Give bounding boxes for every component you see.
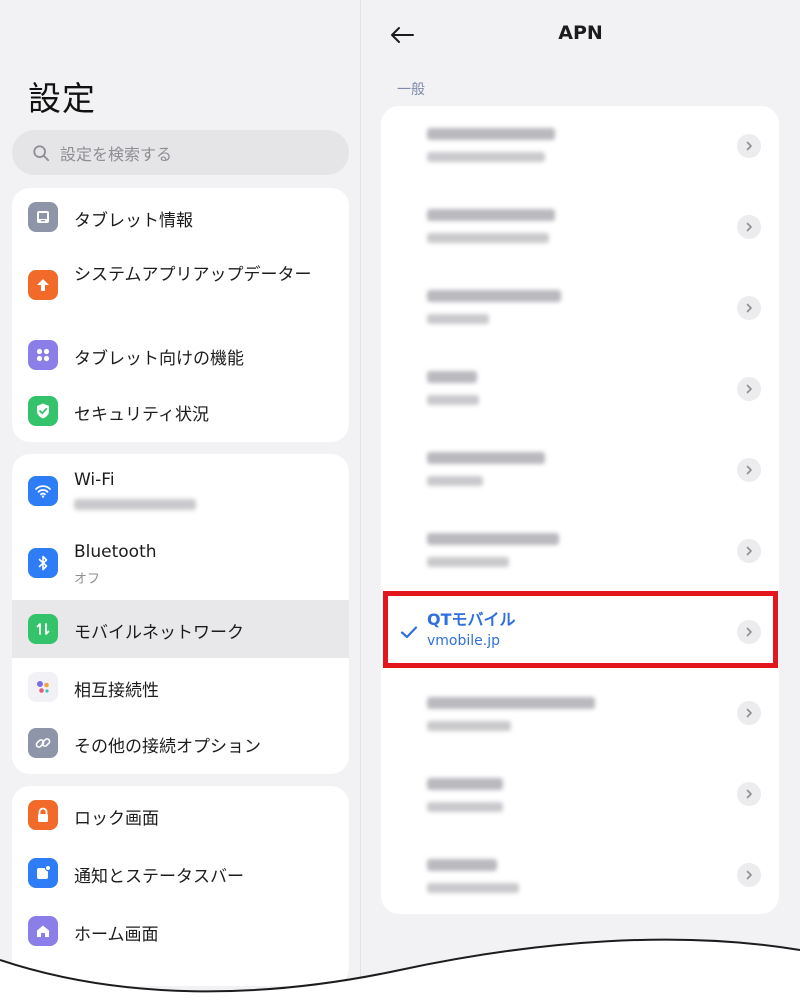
shield-check-icon xyxy=(28,396,58,426)
blurred-apn-value xyxy=(427,476,483,486)
search-input[interactable]: 設定を検索する xyxy=(12,130,349,175)
sidebar-item-label: タブレット情報 xyxy=(74,211,193,231)
arrow-up-icon xyxy=(28,270,58,300)
blurred-apn-name xyxy=(427,778,503,790)
blurred-apn-value xyxy=(427,883,519,893)
torn-edge-decoration xyxy=(0,938,800,1000)
apn-list: QTモバイル vmobile.jp xyxy=(381,106,779,914)
apn-panel: APN 一般 QTモバイル vmobile.jp xyxy=(361,0,800,1000)
settings-group-device: タブレット情報 システムアプリアップデーター タブレット向けの機能 セキュリティ… xyxy=(12,188,349,442)
blurred-network-name xyxy=(74,499,196,510)
notification-icon xyxy=(28,858,58,888)
settings-app: 設定 設定を検索する タブレット情報 システムアプリアップデーター タブレット向… xyxy=(0,0,800,1000)
section-label: 一般 xyxy=(397,82,425,98)
blurred-apn-value xyxy=(427,152,545,162)
blurred-apn-name xyxy=(427,209,555,221)
apn-list-item-selected[interactable]: QTモバイル vmobile.jp xyxy=(381,592,779,673)
sidebar-item-mobile-network[interactable]: モバイルネットワーク xyxy=(12,600,349,658)
link-icon xyxy=(28,728,58,758)
sidebar-item-label: システムアプリアップデーター xyxy=(74,265,312,285)
sidebar-item-label: Bluetooth xyxy=(74,542,157,562)
blurred-apn-value xyxy=(427,802,503,812)
blurred-apn-name xyxy=(427,452,545,464)
sidebar-item-label: ロック画面 xyxy=(74,809,159,829)
search-icon xyxy=(33,144,50,161)
page-title: 設定 xyxy=(28,79,96,118)
chevron-right-icon xyxy=(737,215,761,239)
wifi-icon xyxy=(28,476,58,506)
bluetooth-status: オフ xyxy=(74,572,101,587)
apn-list-item[interactable] xyxy=(381,268,779,349)
apn-list-item[interactable] xyxy=(381,106,779,187)
lock-icon xyxy=(28,800,58,830)
chevron-right-icon xyxy=(737,863,761,887)
apn-list-item[interactable] xyxy=(381,835,779,916)
apn-list-item[interactable] xyxy=(381,511,779,592)
sidebar-item-label: その他の接続オプション xyxy=(74,737,261,757)
settings-group-connections: Wi-Fi Bluetooth オフ モバイルネットワーク 相互接続性 その他の… xyxy=(12,454,349,774)
sidebar-item-bluetooth[interactable]: Bluetooth オフ xyxy=(12,528,349,600)
blurred-apn-value xyxy=(427,721,511,731)
blurred-apn-name xyxy=(427,533,559,545)
chevron-right-icon xyxy=(737,701,761,725)
sidebar-item-label: 相互接続性 xyxy=(74,681,159,701)
chevron-right-icon xyxy=(737,134,761,158)
blurred-apn-value xyxy=(427,314,489,324)
chevron-right-icon xyxy=(737,458,761,482)
blurred-apn-value xyxy=(427,233,549,243)
sidebar-item-system-app-updater[interactable]: システムアプリアップデーター xyxy=(12,246,349,326)
sidebar-item-interconnectivity[interactable]: 相互接続性 xyxy=(12,658,349,716)
blurred-apn-name xyxy=(427,128,555,140)
sidebar-item-lock-screen[interactable]: ロック画面 xyxy=(12,786,349,844)
chevron-right-icon xyxy=(737,620,761,644)
sidebar-item-label: モバイルネットワーク xyxy=(74,623,244,643)
sidebar-item-label: 通知とステータスバー xyxy=(74,867,244,887)
blurred-apn-name xyxy=(427,290,561,302)
apn-value: vmobile.jp xyxy=(427,633,500,649)
sidebar-item-label: タブレット向けの機能 xyxy=(74,349,244,369)
search-placeholder: 設定を検索する xyxy=(60,144,173,164)
sidebar-item-label: Wi-Fi xyxy=(74,470,115,490)
sidebar-item-other-connections[interactable]: その他の接続オプション xyxy=(12,716,349,774)
bluetooth-icon xyxy=(28,548,58,578)
sidebar-item-label: セキュリティ状況 xyxy=(74,405,209,425)
apn-list-item[interactable] xyxy=(381,349,779,430)
check-icon xyxy=(400,626,418,639)
blurred-apn-name xyxy=(427,371,477,383)
settings-sidebar: 設定 設定を検索する タブレット情報 システムアプリアップデーター タブレット向… xyxy=(0,0,360,1000)
sidebar-item-tablet-features[interactable]: タブレット向けの機能 xyxy=(12,326,349,384)
apn-name: QTモバイル xyxy=(427,610,516,629)
apn-list-item[interactable] xyxy=(381,430,779,511)
chevron-right-icon xyxy=(737,782,761,806)
chevron-right-icon xyxy=(737,377,761,401)
blurred-apn-value xyxy=(427,557,509,567)
sidebar-item-wifi[interactable]: Wi-Fi xyxy=(12,454,349,528)
apn-list-item[interactable] xyxy=(381,187,779,268)
tablet-icon xyxy=(28,202,58,232)
chevron-right-icon xyxy=(737,296,761,320)
sidebar-item-tablet-info[interactable]: タブレット情報 xyxy=(12,188,349,246)
chevron-right-icon xyxy=(737,539,761,563)
blurred-apn-value xyxy=(427,395,479,405)
panel-title: APN xyxy=(558,22,603,44)
sidebar-item-security-status[interactable]: セキュリティ状況 xyxy=(12,384,349,442)
apn-list-item[interactable] xyxy=(381,754,779,835)
dots-cluster-icon xyxy=(28,672,58,702)
apn-list-item[interactable] xyxy=(381,673,779,754)
blurred-apn-name xyxy=(427,859,497,871)
sidebar-item-notifications[interactable]: 通知とステータスバー xyxy=(12,844,349,902)
mobile-data-icon xyxy=(28,614,58,644)
blurred-apn-name xyxy=(427,697,595,709)
grid-icon xyxy=(28,340,58,370)
